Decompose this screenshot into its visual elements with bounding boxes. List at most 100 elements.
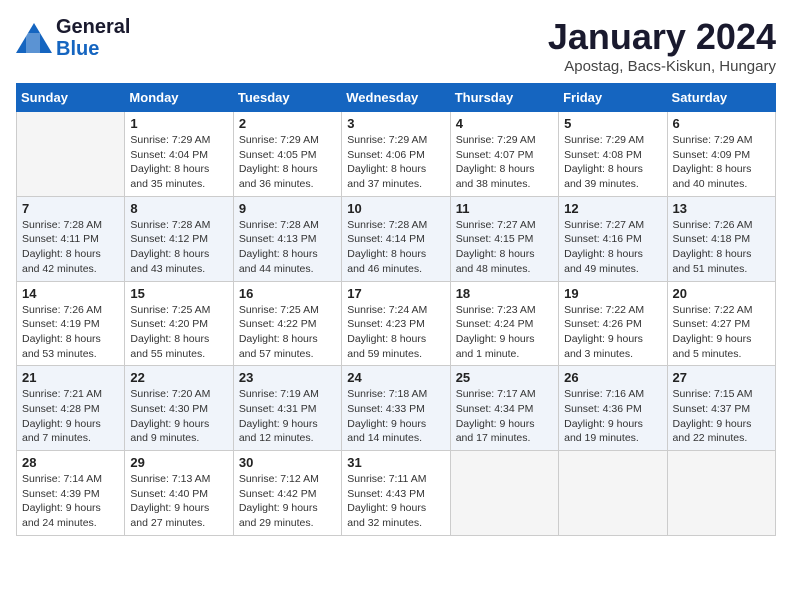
sunrise-label: Sunrise: bbox=[673, 388, 712, 400]
sunset-label: Sunset: bbox=[456, 233, 492, 245]
sunset-time: 4:30 PM bbox=[169, 403, 208, 415]
sunset-label: Sunset: bbox=[564, 403, 600, 415]
calendar-cell: 9 Sunrise: 7:28 AMSunset: 4:13 PMDaylight… bbox=[233, 196, 341, 281]
cell-info: Sunrise: 7:12 AMSunset: 4:42 PMDaylight:… bbox=[239, 472, 336, 531]
sunset-label: Sunset: bbox=[564, 233, 600, 245]
daylight-label: Daylight: bbox=[347, 248, 388, 260]
calendar-cell: 28 Sunrise: 7:14 AMSunset: 4:39 PMDayligh… bbox=[17, 451, 125, 536]
cell-info: Sunrise: 7:29 AMSunset: 4:09 PMDaylight:… bbox=[673, 133, 770, 192]
sunrise-label: Sunrise: bbox=[130, 134, 169, 146]
sunrise-time: 7:28 AM bbox=[280, 219, 319, 231]
day-number: 23 bbox=[239, 370, 336, 385]
sunset-label: Sunset: bbox=[673, 149, 709, 161]
sunrise-time: 7:22 AM bbox=[606, 304, 645, 316]
cell-info: Sunrise: 7:29 AMSunset: 4:04 PMDaylight:… bbox=[130, 133, 227, 192]
sunrise-time: 7:21 AM bbox=[63, 388, 102, 400]
daylight-label: Daylight: bbox=[130, 248, 171, 260]
day-number: 28 bbox=[22, 455, 119, 470]
sunrise-time: 7:19 AM bbox=[280, 388, 319, 400]
calendar-cell: 4 Sunrise: 7:29 AMSunset: 4:07 PMDaylight… bbox=[450, 112, 558, 197]
calendar-week-row: 28 Sunrise: 7:14 AMSunset: 4:39 PMDayligh… bbox=[17, 451, 776, 536]
sunset-label: Sunset: bbox=[456, 403, 492, 415]
cell-info: Sunrise: 7:27 AMSunset: 4:16 PMDaylight:… bbox=[564, 218, 661, 277]
sunrise-label: Sunrise: bbox=[673, 304, 712, 316]
sunrise-label: Sunrise: bbox=[564, 388, 603, 400]
day-number: 16 bbox=[239, 286, 336, 301]
calendar-cell: 23Sunrise: 7:19 AMSunset: 4:31 PMDayligh… bbox=[233, 366, 341, 451]
sunset-label: Sunset: bbox=[239, 403, 275, 415]
calendar-cell: 3Sunrise: 7:29 AMSunset: 4:06 PMDaylight… bbox=[342, 112, 450, 197]
sunset-label: Sunset: bbox=[22, 318, 58, 330]
daylight-label: Daylight: bbox=[130, 333, 171, 345]
daylight-label: Daylight: bbox=[347, 163, 388, 175]
calendar-cell: 14Sunrise: 7:26 AMSunset: 4:19 PMDayligh… bbox=[17, 281, 125, 366]
sunrise-label: Sunrise: bbox=[564, 304, 603, 316]
sunrise-label: Sunrise: bbox=[347, 134, 386, 146]
sunrise-label: Sunrise: bbox=[456, 304, 495, 316]
page-header: General Blue January 2024 Apostag, Bacs-… bbox=[16, 16, 776, 75]
sunrise-label: Sunrise: bbox=[239, 219, 278, 231]
calendar-cell: 27Sunrise: 7:15 AMSunset: 4:37 PMDayligh… bbox=[667, 366, 775, 451]
sunset-time: 4:33 PM bbox=[386, 403, 425, 415]
sunset-label: Sunset: bbox=[456, 149, 492, 161]
sunset-label: Sunset: bbox=[347, 403, 383, 415]
sunrise-label: Sunrise: bbox=[347, 388, 386, 400]
cell-info: Sunrise: 7:25 AMSunset: 4:20 PMDaylight:… bbox=[130, 303, 227, 362]
sunset-label: Sunset: bbox=[347, 233, 383, 245]
cell-info: Sunrise: 7:17 AMSunset: 4:34 PMDaylight:… bbox=[456, 387, 553, 446]
sunset-time: 4:14 PM bbox=[386, 233, 425, 245]
sunset-time: 4:18 PM bbox=[711, 233, 750, 245]
sunset-label: Sunset: bbox=[22, 233, 58, 245]
day-number: 27 bbox=[673, 370, 770, 385]
daylight-label: Daylight: bbox=[239, 333, 280, 345]
daylight-label: Daylight: bbox=[673, 163, 714, 175]
sunrise-label: Sunrise: bbox=[673, 219, 712, 231]
cell-info: Sunrise: 7:14 AMSunset: 4:39 PMDaylight:… bbox=[22, 472, 119, 531]
cell-info: Sunrise: 7:21 AMSunset: 4:28 PMDaylight:… bbox=[22, 387, 119, 446]
cell-info: Sunrise: 7:18 AMSunset: 4:33 PMDaylight:… bbox=[347, 387, 444, 446]
day-number: 29 bbox=[130, 455, 227, 470]
sunset-label: Sunset: bbox=[673, 403, 709, 415]
daylight-label: Daylight: bbox=[239, 248, 280, 260]
calendar-cell: 22Sunrise: 7:20 AMSunset: 4:30 PMDayligh… bbox=[125, 366, 233, 451]
daylight-label: Daylight: bbox=[239, 418, 280, 430]
day-number: 5 bbox=[564, 116, 661, 131]
sunset-label: Sunset: bbox=[673, 233, 709, 245]
daylight-label: Daylight: bbox=[456, 418, 497, 430]
cell-info: Sunrise: 7:29 AMSunset: 4:07 PMDaylight:… bbox=[456, 133, 553, 192]
cell-info: Sunrise: 7:29 AMSunset: 4:05 PMDaylight:… bbox=[239, 133, 336, 192]
cell-info: Sunrise: 7:16 AMSunset: 4:36 PMDaylight:… bbox=[564, 387, 661, 446]
sunset-time: 4:28 PM bbox=[61, 403, 100, 415]
sunrise-label: Sunrise: bbox=[673, 134, 712, 146]
day-number: 4 bbox=[456, 116, 553, 131]
daylight-label: Daylight: bbox=[22, 502, 63, 514]
sunrise-label: Sunrise: bbox=[564, 219, 603, 231]
sunset-time: 4:11 PM bbox=[61, 233, 99, 245]
sunset-label: Sunset: bbox=[564, 149, 600, 161]
daylight-label: Daylight: bbox=[130, 502, 171, 514]
sunrise-label: Sunrise: bbox=[239, 473, 278, 485]
calendar-cell: 20Sunrise: 7:22 AMSunset: 4:27 PMDayligh… bbox=[667, 281, 775, 366]
sunset-label: Sunset: bbox=[22, 403, 58, 415]
logo: General Blue bbox=[16, 16, 130, 60]
daylight-label: Daylight: bbox=[22, 333, 63, 345]
sunrise-label: Sunrise: bbox=[239, 388, 278, 400]
cell-info: Sunrise: 7:26 AMSunset: 4:19 PMDaylight:… bbox=[22, 303, 119, 362]
day-number: 19 bbox=[564, 286, 661, 301]
calendar-cell: 5Sunrise: 7:29 AMSunset: 4:08 PMDaylight… bbox=[559, 112, 667, 197]
calendar-week-row: 1Sunrise: 7:29 AMSunset: 4:04 PMDaylight… bbox=[17, 112, 776, 197]
header-saturday: Saturday bbox=[667, 84, 775, 112]
cell-info: Sunrise: 7:28 AMSunset: 4:13 PMDaylight:… bbox=[239, 218, 336, 277]
day-number: 9 bbox=[239, 201, 336, 216]
sunrise-label: Sunrise: bbox=[130, 219, 169, 231]
sunrise-time: 7:27 AM bbox=[497, 219, 536, 231]
sunrise-label: Sunrise: bbox=[22, 219, 61, 231]
daylight-label: Daylight: bbox=[456, 333, 497, 345]
sunrise-label: Sunrise: bbox=[22, 304, 61, 316]
day-number: 24 bbox=[347, 370, 444, 385]
sunset-label: Sunset: bbox=[239, 318, 275, 330]
sunrise-time: 7:25 AM bbox=[172, 304, 211, 316]
cell-info: Sunrise: 7:20 AMSunset: 4:30 PMDaylight:… bbox=[130, 387, 227, 446]
calendar-cell: 29Sunrise: 7:13 AMSunset: 4:40 PMDayligh… bbox=[125, 451, 233, 536]
day-number: 26 bbox=[564, 370, 661, 385]
